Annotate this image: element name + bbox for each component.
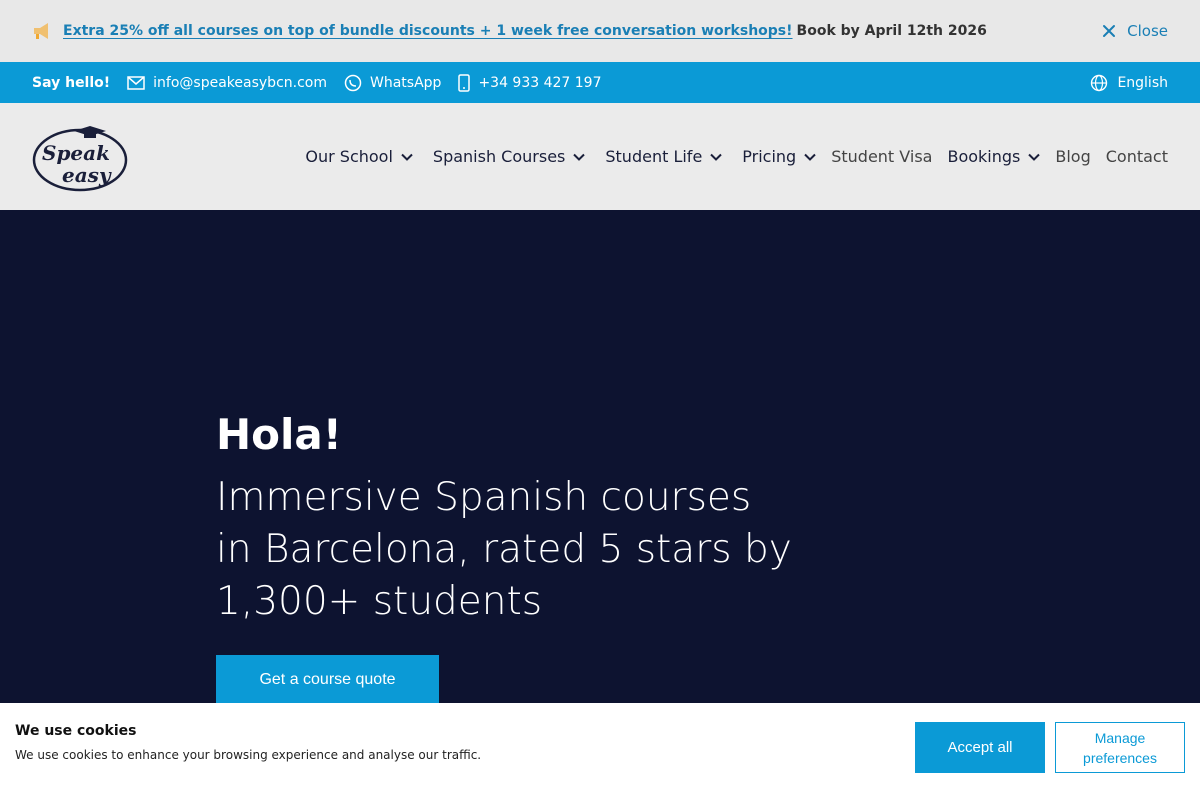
chevron-down-icon: [804, 153, 816, 161]
nav-pricing[interactable]: Pricing: [742, 147, 816, 166]
nav-student-visa[interactable]: Student Visa: [831, 147, 932, 166]
speakeasy-logo[interactable]: Speak easy: [32, 122, 130, 192]
phone-link[interactable]: +34 933 427 197: [458, 73, 602, 92]
whatsapp-icon: [344, 74, 362, 91]
say-hello-label: Say hello!: [32, 74, 111, 91]
accept-all-cookies-button[interactable]: Accept all: [915, 722, 1045, 773]
mobile-phone-icon: [458, 73, 471, 92]
globe-icon: [1091, 74, 1108, 91]
nav-student-life[interactable]: Student Life: [605, 147, 722, 166]
mail-icon: [127, 75, 145, 90]
main-nav: Our School Spanish Courses Student Life …: [285, 103, 1168, 210]
svg-text:easy: easy: [62, 163, 112, 187]
contact-bar: Say hello! info@speakeasybcn.com WhatsAp…: [0, 62, 1200, 103]
announcement-bar: Extra 25% off all courses on top of bund…: [0, 0, 1200, 62]
hero-greeting: Hola!: [216, 410, 342, 459]
language-selector[interactable]: English: [1090, 62, 1168, 103]
close-announcement-button[interactable]: Close: [1102, 0, 1168, 62]
email-link[interactable]: info@speakeasybcn.com: [127, 75, 327, 91]
cookie-banner: We use cookies We use cookies to enhance…: [0, 703, 1200, 800]
manage-preferences-button[interactable]: Manage preferences: [1055, 722, 1185, 773]
chevron-down-icon: [573, 153, 586, 161]
site-header: Speak easy Our School Spanish Courses St…: [0, 103, 1200, 210]
chevron-down-icon: [710, 153, 722, 161]
close-icon: [1103, 25, 1116, 37]
svg-text:Speak: Speak: [42, 141, 110, 165]
promo-deadline: Book by April 12th 2026: [796, 23, 987, 39]
nav-blog[interactable]: Blog: [1055, 147, 1090, 166]
chevron-down-icon: [401, 153, 413, 161]
chevron-down-icon: [1028, 153, 1041, 161]
nav-bookings[interactable]: Bookings: [947, 147, 1041, 166]
nav-contact[interactable]: Contact: [1106, 147, 1168, 166]
whatsapp-link[interactable]: WhatsApp: [344, 74, 441, 92]
get-quote-button[interactable]: Get a course quote: [216, 655, 439, 705]
hero-tagline: Immersive Spanish courses in Barcelona, …: [216, 475, 792, 624]
promo-link[interactable]: Extra 25% off all courses on top of bund…: [63, 23, 793, 39]
cookie-title: We use cookies: [15, 723, 137, 739]
megaphone-icon: [32, 20, 54, 42]
close-label: Close: [1127, 22, 1168, 40]
nav-our-school[interactable]: Our School: [305, 147, 413, 166]
cookie-description: We use cookies to enhance your browsing …: [15, 748, 482, 762]
nav-spanish-courses[interactable]: Spanish Courses: [433, 147, 586, 166]
